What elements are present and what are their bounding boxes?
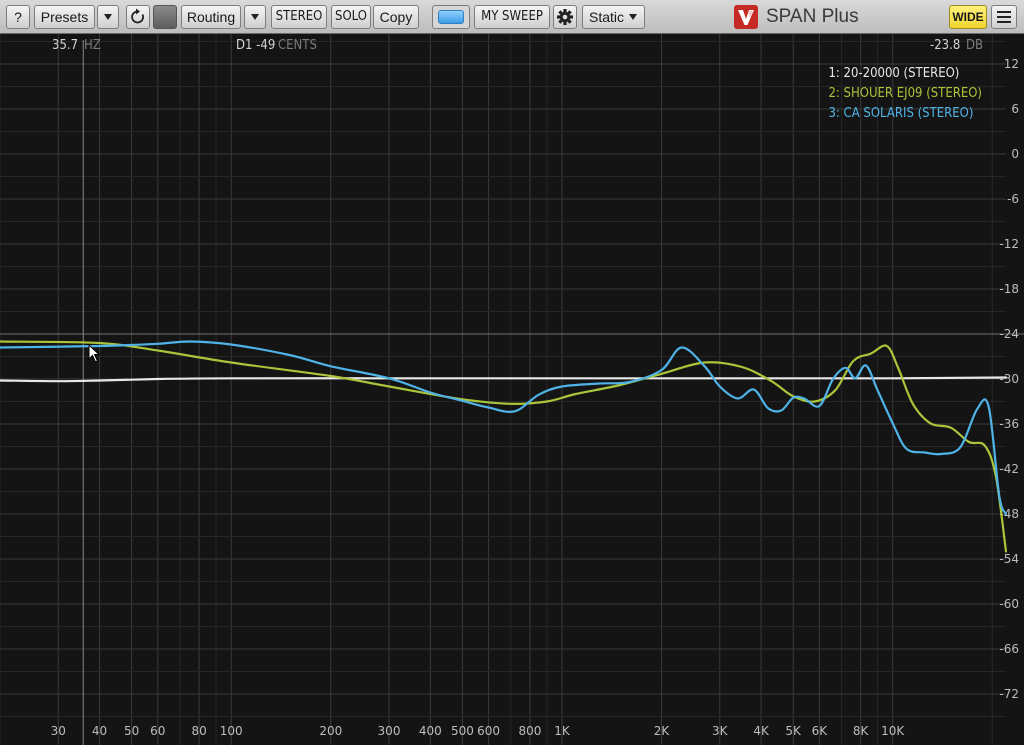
x-tick-label: 200 (319, 724, 342, 738)
x-tick-label: 30 (51, 724, 66, 738)
routing-dropdown-button[interactable] (244, 5, 266, 29)
x-tick-label: 100 (220, 724, 243, 738)
y-tick-label: -60 (999, 597, 1019, 611)
y-tick-label: -18 (999, 282, 1019, 296)
x-tick-label: 400 (419, 724, 442, 738)
y-tick-label: -72 (999, 687, 1019, 701)
presets-button[interactable]: Presets (34, 5, 95, 29)
freq-readout-value: 35.7 (52, 38, 79, 53)
y-tick-label: 6 (1011, 102, 1019, 116)
presets-dropdown-button[interactable] (97, 5, 119, 29)
x-tick-label: 5K (785, 724, 802, 738)
x-tick-label: 300 (378, 724, 401, 738)
triangle-down-icon (104, 14, 112, 20)
note-readout-value: D1 -49 (236, 38, 276, 53)
rotate-ccw-icon (131, 8, 144, 24)
y-tick-label: -54 (999, 552, 1019, 566)
plot-background (0, 34, 1024, 745)
voxengo-logo-icon (734, 5, 758, 29)
cursor-readout: 35.7 HZ D1 -49 CENTS -23.8 DB (0, 34, 1024, 58)
spectrum-plot[interactable]: 30 40 50 60 80 100 200 300 400 500 600 800 1K 2K 3K 4K 5… (0, 34, 1024, 745)
x-tick-label: 2K (654, 724, 671, 738)
solo-button[interactable]: SOLO (331, 5, 371, 29)
reset-button[interactable] (126, 5, 150, 29)
y-tick-label: -36 (999, 417, 1019, 431)
x-tick-label: 6K (812, 724, 829, 738)
static-dropdown[interactable]: Static (582, 5, 645, 29)
x-tick-label: 10K (881, 724, 905, 738)
y-tick-label: -6 (1007, 192, 1019, 206)
y-tick-label: -30 (999, 372, 1019, 386)
x-tick-label: 500 (451, 724, 474, 738)
wide-button[interactable]: WIDE (949, 5, 987, 29)
legend-item-1[interactable]: 1: 20-20000 (STEREO) (828, 64, 982, 84)
display-toggle-button[interactable] (432, 5, 470, 29)
x-tick-label: 4K (753, 724, 770, 738)
x-tick-label: 800 (518, 724, 541, 738)
hamburger-menu-icon (997, 11, 1011, 23)
legend-item-2[interactable]: 2: SHOUER EJ09 (STEREO) (828, 84, 982, 104)
mysweep-button[interactable]: MY SWEEP (474, 5, 550, 29)
toggle-indicator (438, 10, 464, 24)
level-readout-value: -23.8 (930, 38, 961, 53)
routing-button[interactable]: Routing (181, 5, 241, 29)
y-tick-label: 12 (1004, 57, 1019, 71)
triangle-down-icon (251, 14, 259, 20)
y-tick-label: -12 (999, 237, 1019, 251)
y-tick-label: -42 (999, 462, 1019, 476)
triangle-down-icon (629, 14, 637, 20)
note-readout-unit: CENTS (278, 38, 317, 53)
legend-item-3[interactable]: 3: CA SOLARIS (STEREO) (828, 104, 982, 124)
y-tick-label: 0 (1011, 147, 1019, 161)
x-tick-label: 3K (712, 724, 729, 738)
gear-icon (557, 9, 573, 25)
x-tick-label: 8K (853, 724, 870, 738)
copy-button[interactable]: Copy (373, 5, 419, 29)
x-tick-label: 60 (150, 724, 165, 738)
y-tick-label: -24 (999, 327, 1019, 341)
slot-button[interactable] (153, 5, 177, 29)
help-button[interactable]: ? (6, 5, 30, 29)
level-readout-unit: DB (966, 38, 984, 53)
x-tick-label: 50 (124, 724, 139, 738)
product-name: SPAN Plus (766, 6, 859, 27)
x-tick-label: 40 (92, 724, 107, 738)
legend: 1: 20-20000 (STEREO) 2: SHOUER EJ09 (STE… (828, 64, 982, 124)
freq-readout-unit: HZ (84, 38, 101, 53)
static-label: Static (589, 9, 625, 25)
x-tick-label: 1K (554, 724, 571, 738)
y-tick-label: -66 (999, 642, 1019, 656)
mouse-pointer-icon (88, 344, 101, 363)
x-tick-label: 80 (192, 724, 207, 738)
menu-button[interactable] (991, 5, 1017, 29)
toolbar: ? Presets Routing STEREO SOLO Copy MY SW… (0, 0, 1024, 34)
stereo-button[interactable]: STEREO (271, 5, 327, 29)
settings-button[interactable] (553, 5, 577, 29)
x-tick-label: 600 (477, 724, 500, 738)
